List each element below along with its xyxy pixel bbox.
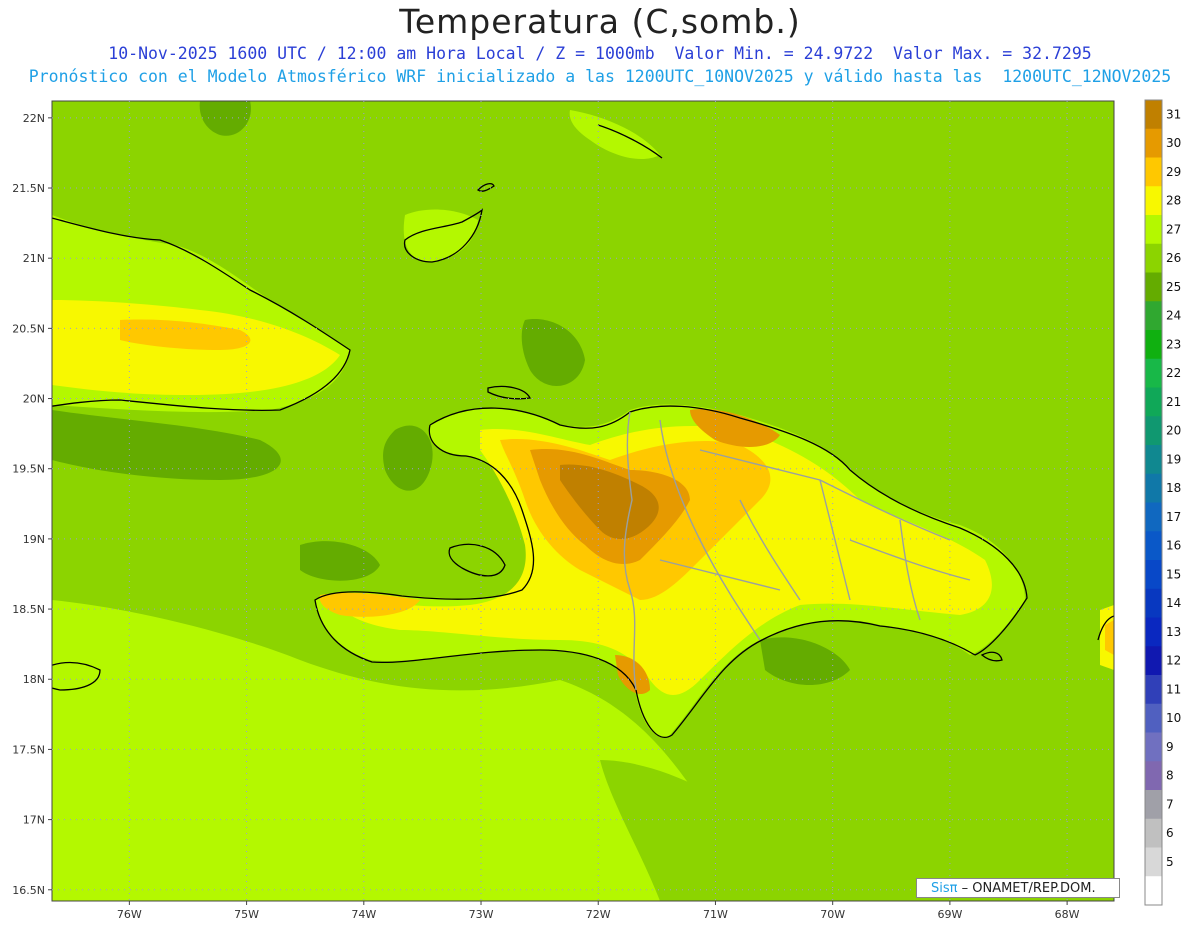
lat-tick-label: 17.5N (12, 743, 45, 756)
colorbar-label: 15 (1166, 567, 1181, 581)
colorbar-label: 26 (1166, 251, 1181, 265)
colorbar-swatch (1145, 215, 1162, 245)
colorbar-swatch (1145, 560, 1162, 590)
colorbar-swatch (1145, 502, 1162, 532)
colorbar-swatch (1145, 588, 1162, 618)
colorbar-swatch (1145, 445, 1162, 475)
colorbar-swatch (1145, 876, 1162, 906)
lon-tick-label: 68W (1055, 908, 1080, 921)
colorbar-swatch (1145, 761, 1162, 791)
colorbar-swatch (1145, 847, 1162, 877)
colorbar-swatch (1145, 790, 1162, 820)
colorbar: 31 30 29 28 27 26 25 24 23 22 21 20 19 18 17 16 15 14 13 12… (1144, 99, 1181, 906)
colorbar-swatch (1145, 473, 1162, 503)
colorbar-label: 21 (1166, 395, 1181, 409)
lat-tick-label: 20.5N (12, 322, 45, 335)
colorbar-swatch (1145, 617, 1162, 647)
lat-tick-label: 20N (23, 393, 45, 406)
colorbar-label: 24 (1166, 309, 1181, 323)
colorbar-label: 11 (1166, 682, 1181, 696)
colorbar-swatch (1145, 703, 1162, 733)
lon-tick-label: 75W (234, 908, 259, 921)
colorbar-label: 30 (1166, 136, 1181, 150)
colorbar-swatch (1145, 358, 1162, 388)
lon-tick-label: 72W (586, 908, 611, 921)
colorbar-swatch (1145, 387, 1162, 417)
lon-tick-label: 71W (703, 908, 728, 921)
colorbar-swatch (1145, 646, 1162, 676)
colorbar-label: 31 (1166, 107, 1181, 121)
colorbar-label: 10 (1166, 711, 1181, 725)
lat-tick-label: 21.5N (12, 182, 45, 195)
colorbar-label: 12 (1166, 654, 1181, 668)
colorbar-swatch (1145, 186, 1162, 216)
colorbar-label: 29 (1166, 165, 1181, 179)
lat-tick-label: 19.5N (12, 463, 45, 476)
colorbar-swatch (1145, 243, 1162, 273)
colorbar-swatch (1145, 531, 1162, 561)
colorbar-label: 23 (1166, 337, 1181, 351)
colorbar-label: 14 (1166, 596, 1181, 610)
colorbar-swatch (1145, 128, 1162, 158)
colorbar-label: 13 (1166, 625, 1181, 639)
colorbar-label: 5 (1166, 855, 1174, 869)
colorbar-swatch (1145, 330, 1162, 360)
colorbar-label: 9 (1166, 740, 1174, 754)
field-pr-warm (1105, 620, 1114, 655)
latitude-axis: 22N 21.5N 21N 20.5N 20N 19.5N 19N 18.5N 18N 17.5N… (12, 112, 52, 897)
colorbar-label: 25 (1166, 280, 1181, 294)
colorbar-label: 28 (1166, 194, 1181, 208)
colorbar-label: 16 (1166, 539, 1181, 553)
colorbar-swatch (1145, 301, 1162, 331)
colorbar-label: 27 (1166, 222, 1181, 236)
colorbar-swatch (1145, 157, 1162, 187)
lat-tick-label: 17N (23, 814, 45, 827)
lat-tick-label: 18.5N (12, 603, 45, 616)
credit-text: – ONAMET/REP.DOM. (957, 881, 1096, 896)
colorbar-label: 22 (1166, 366, 1181, 380)
colorbar-swatch (1145, 272, 1162, 302)
colorbar-label: 6 (1166, 826, 1174, 840)
colorbar-swatch (1145, 100, 1162, 130)
colorbar-swatch (1145, 818, 1162, 848)
colorbar-swatch (1145, 675, 1162, 705)
lat-tick-label: 21N (23, 252, 45, 265)
lat-tick-label: 18N (23, 673, 45, 686)
lon-tick-label: 76W (117, 908, 142, 921)
colorbar-swatch (1145, 732, 1162, 762)
colorbar-label: 19 (1166, 452, 1181, 466)
colorbar-label: 20 (1166, 424, 1181, 438)
lon-tick-label: 74W (351, 908, 376, 921)
colorbar-label: 7 (1166, 797, 1174, 811)
colorbar-label: 17 (1166, 510, 1181, 524)
credit-brand: Sisπ (931, 881, 958, 896)
colorbar-swatch (1145, 416, 1162, 446)
lat-tick-label: 16.5N (12, 884, 45, 897)
longitude-axis: 76W 75W 74W 73W 72W 71W 70W 69W 68W (117, 901, 1080, 921)
lat-tick-label: 22N (23, 112, 45, 125)
lat-tick-label: 19N (23, 533, 45, 546)
lon-tick-label: 73W (469, 908, 494, 921)
temperature-field (52, 101, 1114, 901)
colorbar-label: 18 (1166, 481, 1181, 495)
colorbar-label: 8 (1166, 769, 1174, 783)
lon-tick-label: 70W (820, 908, 845, 921)
credit-box: Sisπ – ONAMET/REP.DOM. (916, 878, 1120, 898)
map-figure: 22N 21.5N 21N 20.5N 20N 19.5N 19N 18.5N 18N 17.5N… (12, 99, 1181, 921)
lon-tick-label: 69W (937, 908, 962, 921)
